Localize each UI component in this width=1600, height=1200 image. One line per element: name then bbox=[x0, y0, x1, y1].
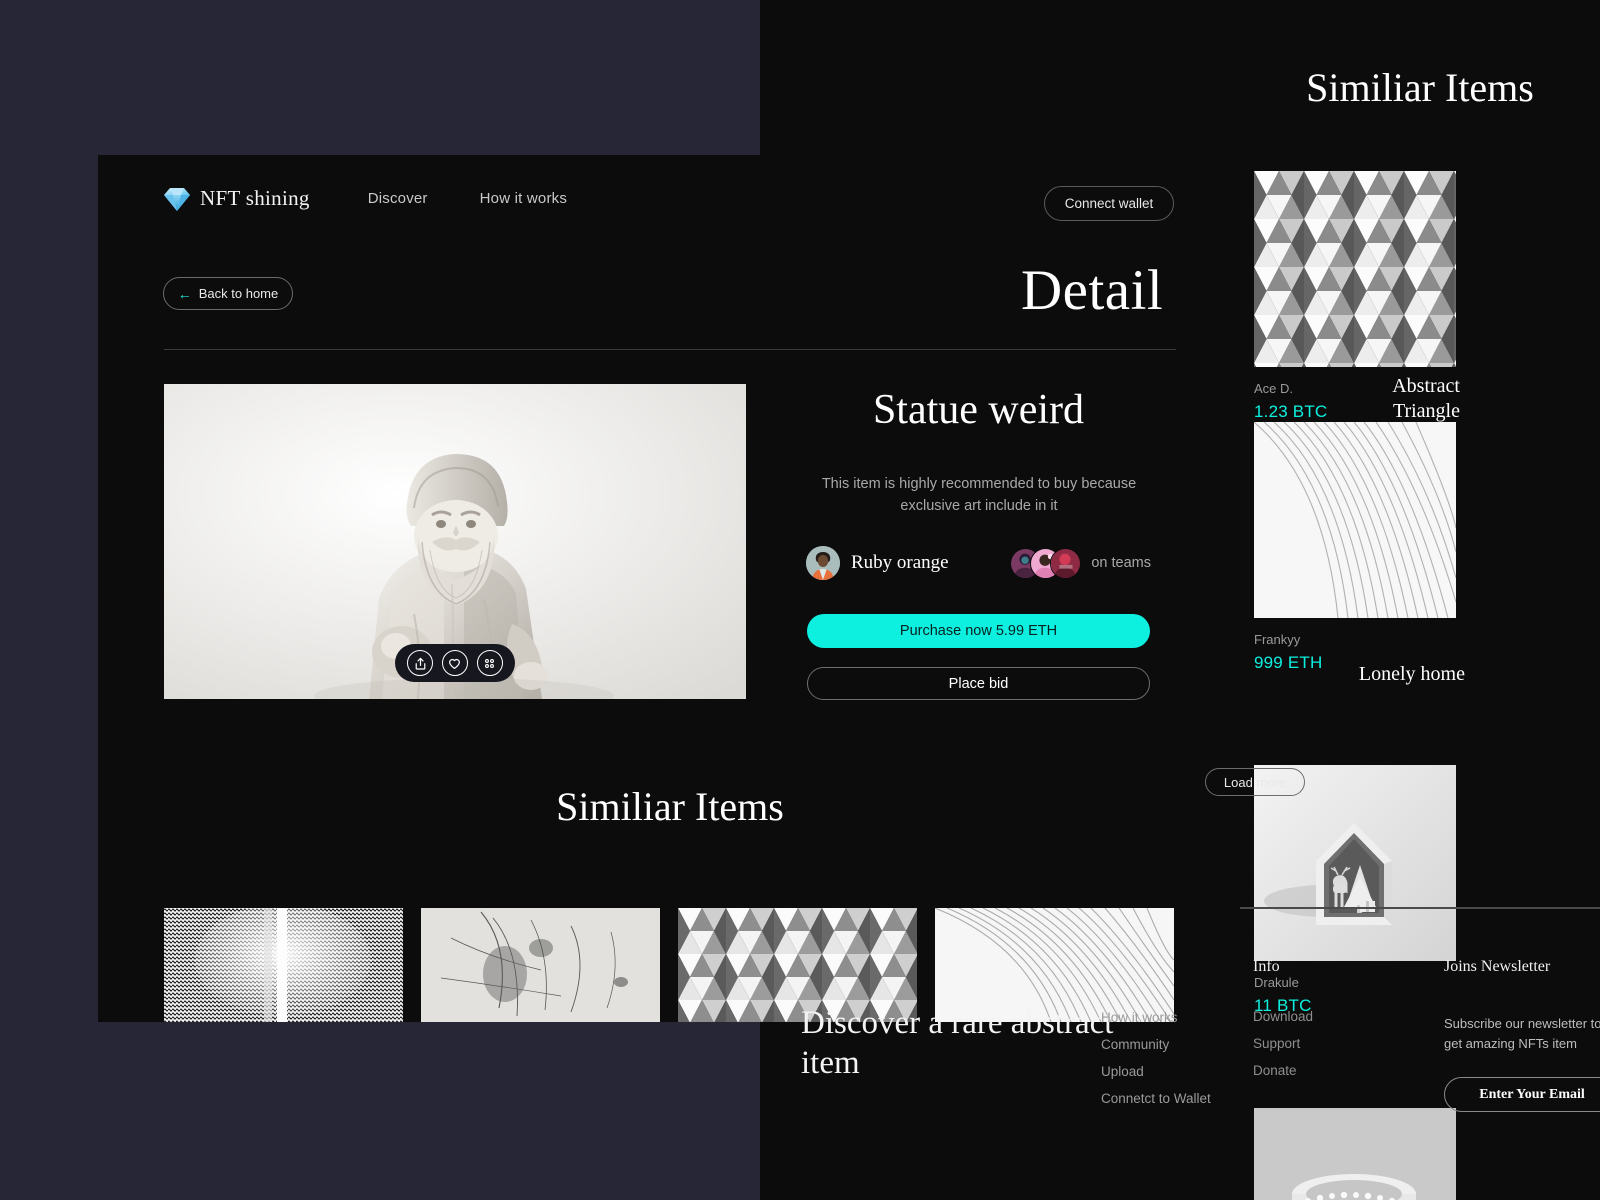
footer-newsletter-copy: Subscribe our newsletter to get amazing … bbox=[1444, 1016, 1600, 1051]
enter-email-button[interactable]: Enter Your Email bbox=[1444, 1077, 1600, 1112]
load-more-button[interactable]: Load more bbox=[1205, 768, 1305, 796]
footer-link-download[interactable]: Download bbox=[1253, 1009, 1313, 1024]
footer-newsletter-heading: Joins Newsletter bbox=[1444, 958, 1551, 975]
nav-item-discover[interactable]: Discover bbox=[368, 190, 428, 207]
footer-link-connect-wallet[interactable]: Connetct to Wallet bbox=[1101, 1091, 1211, 1106]
footer-link-how-it-works[interactable]: How it works bbox=[1101, 1010, 1211, 1025]
diamond-icon bbox=[164, 187, 190, 211]
connect-wallet-button[interactable]: Connect wallet bbox=[1044, 186, 1174, 221]
promo-headline: Discover a rare abstract item bbox=[801, 1005, 1114, 1082]
team-avatar-3 bbox=[1050, 547, 1082, 579]
place-bid-button[interactable]: Place bid bbox=[807, 667, 1150, 700]
nft-item-description: This item is highly recommended to buy b… bbox=[821, 476, 1137, 515]
similar-card-1-image bbox=[1254, 171, 1456, 367]
arrow-left-icon: ← bbox=[177, 285, 192, 302]
page-title: Detail bbox=[1021, 259, 1164, 322]
footer-info-column: Info Download Support Donate bbox=[1253, 958, 1313, 1078]
similar-items-heading-right: Similiar Items bbox=[1306, 65, 1534, 110]
similar-card-4-image bbox=[1254, 1108, 1456, 1200]
similar-thumbnail-2[interactable] bbox=[421, 908, 660, 1022]
teams-block[interactable]: on teams bbox=[1010, 547, 1151, 579]
back-to-home-button[interactable]: ← Back to home bbox=[163, 277, 293, 310]
share-icon[interactable] bbox=[407, 650, 434, 676]
footer-links-middle: How it works Community Upload Connetct t… bbox=[1101, 1010, 1211, 1106]
similar-items-heading-main: Similiar Items bbox=[556, 784, 784, 829]
team-avatar-stack bbox=[1010, 547, 1082, 579]
owner-name: Ruby orange bbox=[851, 552, 949, 573]
footer-link-support[interactable]: Support bbox=[1253, 1036, 1313, 1051]
footer-newsletter-column: Joins Newsletter Subscribe our newslette… bbox=[1444, 958, 1600, 1112]
similar-card-2-image bbox=[1254, 422, 1456, 618]
similar-thumbnail-1[interactable] bbox=[164, 908, 403, 1022]
owner-and-teams-row: Ruby orange on teams bbox=[806, 546, 1151, 580]
brand-name: NFT shining bbox=[200, 186, 310, 210]
footer-link-upload[interactable]: Upload bbox=[1101, 1064, 1211, 1079]
footer-divider bbox=[1240, 907, 1600, 909]
similar-card-4[interactable]: Donqui 14.1 BTC bbox=[1254, 1108, 1456, 1200]
similar-card-3-title: Lonely home bbox=[1358, 663, 1465, 685]
screen-root: NFT shining Discover How it works Connec… bbox=[0, 0, 1600, 1200]
purchase-now-button[interactable]: Purchase now 5.99 ETH bbox=[807, 614, 1150, 648]
brand-logo[interactable]: NFT shining bbox=[164, 186, 310, 211]
expand-icon[interactable] bbox=[476, 650, 503, 676]
footer-link-donate[interactable]: Donate bbox=[1253, 1063, 1313, 1078]
footer-info-links: Download Support Donate bbox=[1253, 1009, 1313, 1078]
nft-item-title: Statue weird bbox=[872, 387, 1085, 433]
image-action-toolbar bbox=[395, 644, 515, 682]
footer-link-community[interactable]: Community bbox=[1101, 1037, 1211, 1052]
similar-card-2[interactable]: Frankyy 999 ETH bbox=[1254, 422, 1456, 673]
similar-card-1-title: Abstract Triangle bbox=[1392, 375, 1460, 422]
heart-icon[interactable] bbox=[441, 650, 468, 676]
owner-block[interactable]: Ruby orange bbox=[806, 546, 949, 580]
avatar bbox=[806, 546, 840, 580]
header-divider bbox=[164, 349, 1176, 350]
site-header: NFT shining Discover How it works bbox=[164, 186, 567, 211]
nav-item-how-it-works[interactable]: How it works bbox=[480, 190, 567, 207]
teams-label: on teams bbox=[1091, 555, 1151, 571]
main-nav: Discover How it works bbox=[368, 190, 567, 207]
back-to-home-label: Back to home bbox=[198, 286, 279, 301]
footer-info-heading: Info bbox=[1253, 958, 1280, 975]
similar-card-2-author: Frankyy bbox=[1254, 632, 1301, 647]
